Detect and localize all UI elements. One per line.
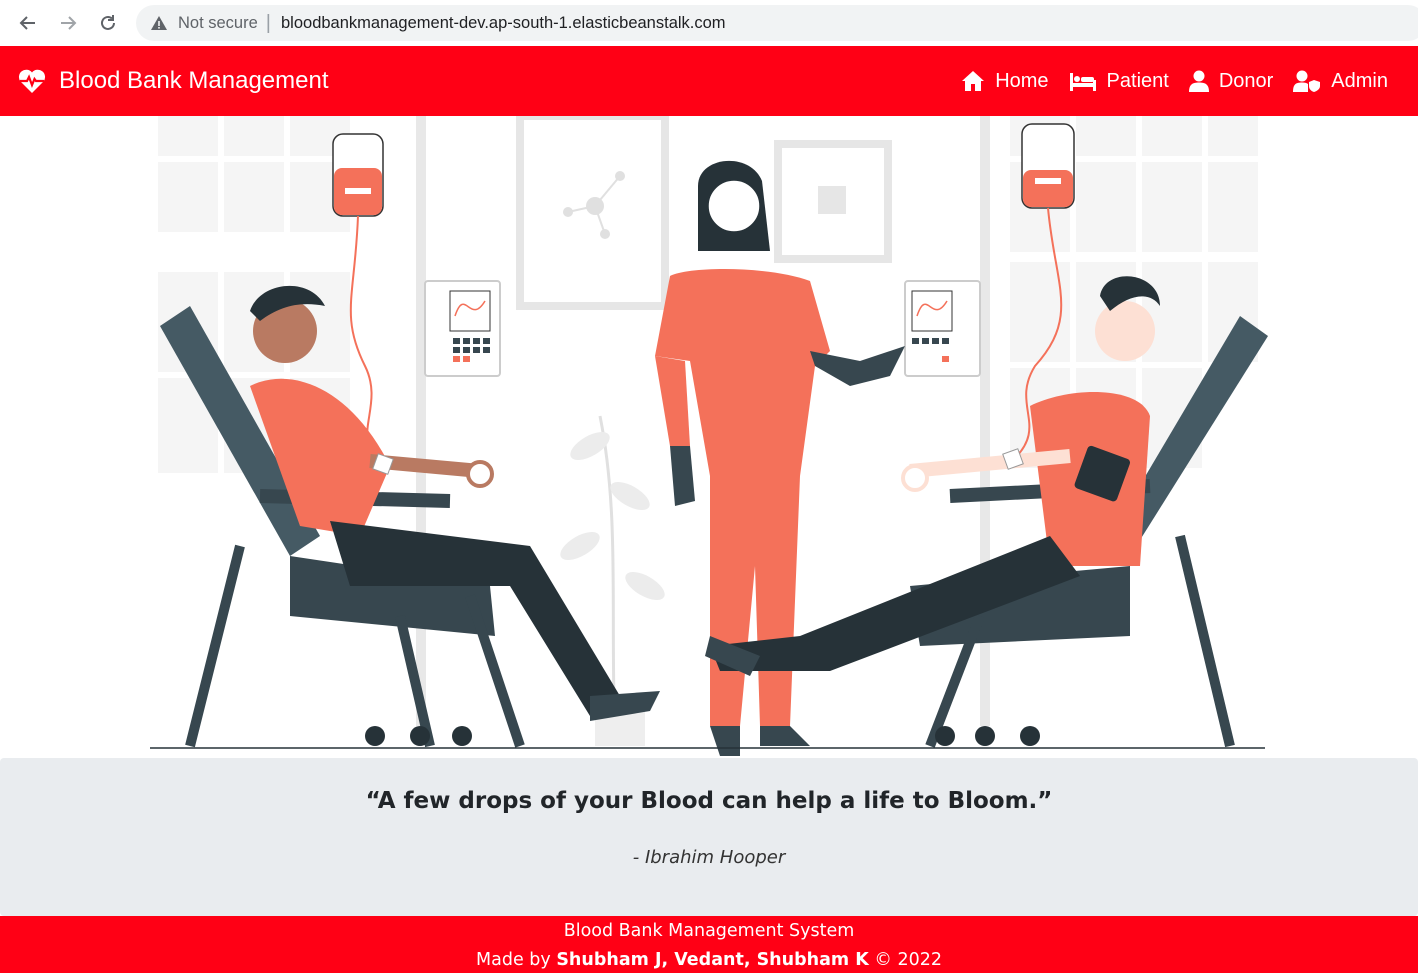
address-bar[interactable]: Not secure | bloodbankmanagement-dev.ap-… [136,5,1418,41]
blood-donation-illustration [150,116,1268,756]
heartbeat-icon [18,69,46,93]
warning-icon [151,16,167,30]
reload-button[interactable] [88,3,128,43]
browser-toolbar: Not secure | bloodbankmanagement-dev.ap-… [0,0,1418,46]
bed-icon [1069,73,1096,91]
nav-item-label: Donor [1218,69,1274,92]
forward-button[interactable] [48,3,88,43]
nav-item-label: Admin [1331,69,1388,92]
footer-copyright: © 2022 [874,950,942,970]
quote-author: - Ibrahim Hooper [632,847,786,868]
nav-item-patient[interactable]: Patient [1069,70,1169,93]
nav-item-label: Home [995,69,1049,92]
quote-text: “A few drops of your Blood can help a li… [365,788,1053,814]
footer-authors: Shubham J, Vedant, Shubham K [556,950,869,970]
divider: | [265,12,271,34]
quote-section: “A few drops of your Blood can help a li… [0,758,1418,916]
brand-title: Blood Bank Management [59,67,329,94]
navbar: Blood Bank Management Home Patient Donor… [0,46,1418,116]
nav-item-label: Patient [1106,69,1169,92]
nav-item-donor[interactable]: Donor [1188,69,1274,93]
reload-icon [101,15,115,30]
user-icon [1188,70,1209,92]
url-text[interactable]: bloodbankmanagement-dev.ap-south-1.elast… [281,14,726,33]
footer-title: Blood Bank Management System [563,921,855,941]
home-icon [962,71,985,91]
nav-item-admin[interactable]: Admin [1293,70,1388,93]
security-label[interactable]: Not secure [178,14,258,33]
user-shield-icon [1293,70,1321,92]
back-button[interactable] [8,3,48,43]
nav-item-home[interactable]: Home [961,69,1049,93]
arrow-right-icon [61,16,77,30]
footer: Blood Bank Management System Made by Shu… [0,916,1418,973]
nav-menu: Home Patient Donor Admin [941,46,1388,116]
footer-credits: Made by Shubham J, Vedant, Shubham K © 2… [0,950,1418,970]
arrow-left-icon [19,16,35,30]
brand-link[interactable]: Blood Bank Management [18,67,329,95]
footer-made-by: Made by [476,950,551,970]
